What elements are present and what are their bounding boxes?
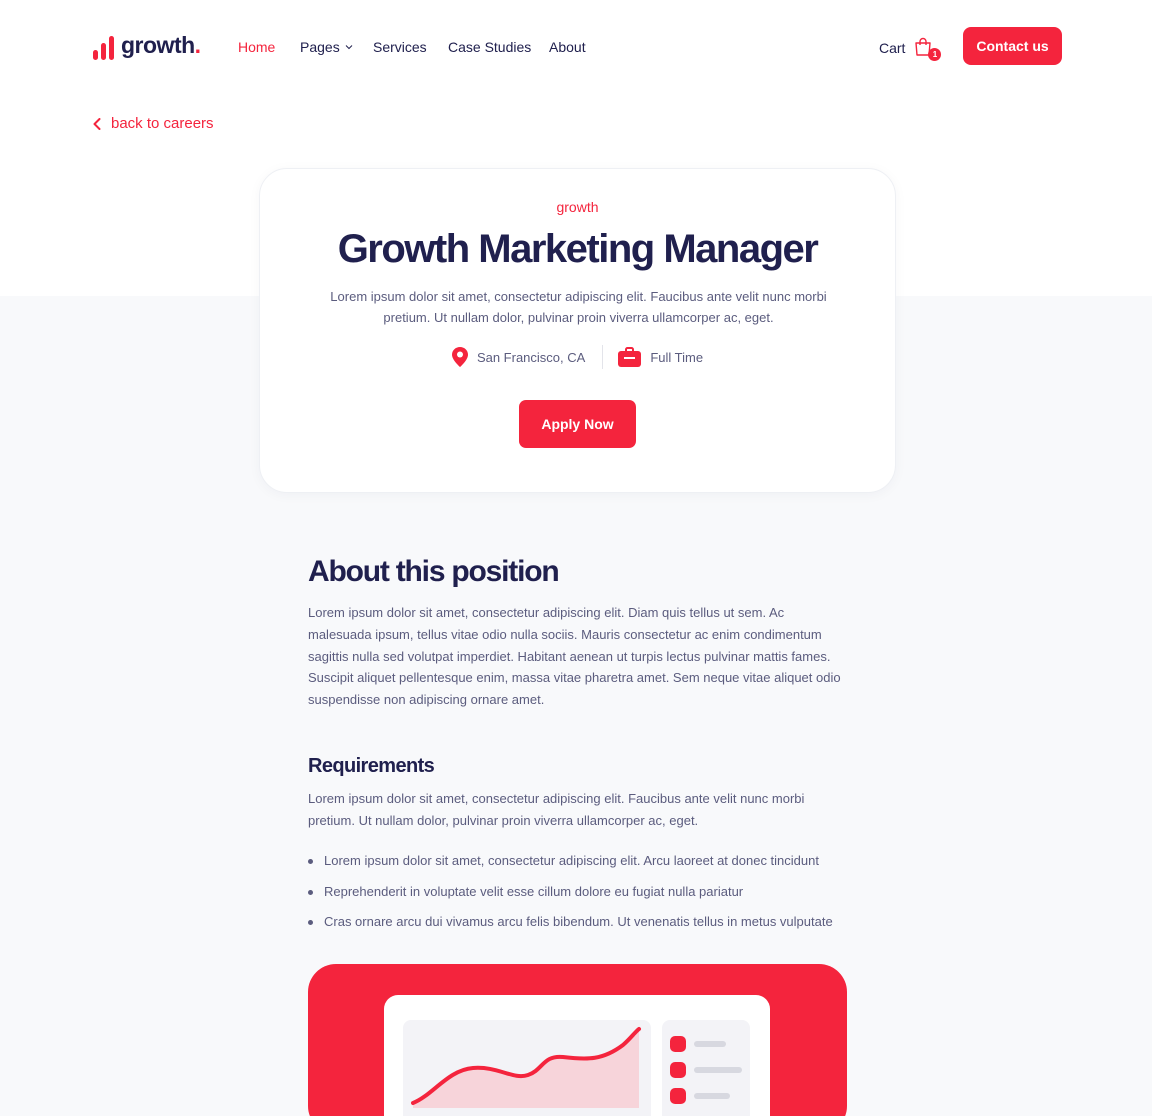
nav-about[interactable]: About [549, 37, 586, 57]
contact-us-button[interactable]: Contact us [963, 27, 1062, 65]
nav-home[interactable]: Home [238, 37, 300, 57]
job-type: Full Time [618, 347, 703, 367]
list-bar [694, 1041, 726, 1047]
requirements-list: Lorem ipsum dolor sit amet, consectetur … [308, 852, 848, 931]
dashboard-illustration [308, 964, 847, 1116]
illustration-list-row [670, 1062, 742, 1078]
job-location: San Francisco, CA [451, 347, 586, 367]
site-header: growth. Home Pages Services Case Studies… [0, 0, 1152, 92]
illustration-screen [384, 995, 770, 1116]
logo-text: growth. [121, 32, 201, 58]
meta-divider [602, 345, 604, 369]
nav-pages-label: Pages [300, 39, 340, 55]
about-title: About this position [308, 555, 560, 588]
list-item: Cras ornare arcu dui vivamus arcu felis … [308, 913, 848, 931]
about-body: Lorem ipsum dolor sit amet, consectetur … [308, 605, 841, 708]
chevron-down-icon [345, 45, 353, 50]
cart-link[interactable]: Cart 1 [879, 37, 942, 61]
job-type-label: Full Time [650, 349, 704, 365]
nav-services[interactable]: Services [373, 37, 448, 57]
cart-count-badge: 1 [928, 48, 942, 61]
illustration-list-row [670, 1036, 726, 1052]
requirements-body: Lorem ipsum dolor sit amet, consectetur … [308, 790, 805, 828]
back-to-careers-link[interactable]: back to careers [93, 115, 214, 132]
logo[interactable]: growth. [93, 30, 201, 60]
illustration-chart [403, 1020, 651, 1116]
list-bar [694, 1093, 730, 1099]
cart-label: Cart [879, 40, 906, 56]
main-nav: Home Pages Services Case Studies About [238, 37, 586, 57]
back-link-label: back to careers [111, 115, 214, 132]
list-item: Lorem ipsum dolor sit amet, consectetur … [308, 852, 848, 870]
nav-pages[interactable]: Pages [300, 37, 373, 57]
trend-line-graphic [411, 1027, 641, 1108]
job-title: Growth Marketing Manager [337, 227, 819, 271]
job-description: Lorem ipsum dolor sit amet, consectetur … [330, 289, 827, 325]
illustration-list [662, 1020, 750, 1116]
job-details: About this position Lorem ipsum dolor si… [308, 552, 848, 944]
list-item: Reprehenderit in voluptate velit esse ci… [308, 883, 848, 901]
requirements-title: Requirements [308, 754, 435, 777]
bar-chart-logo-icon [93, 32, 114, 60]
location-pin-icon [451, 347, 468, 367]
job-location-label: San Francisco, CA [476, 349, 586, 365]
illustration-list-row [670, 1088, 730, 1104]
list-marker [670, 1062, 686, 1078]
nav-case-studies[interactable]: Case Studies [448, 37, 549, 57]
briefcase-icon [618, 347, 642, 367]
job-meta: San Francisco, CA Full Time [260, 345, 895, 369]
list-bar [694, 1067, 742, 1073]
job-summary-card: growth Growth Marketing Manager Lorem ip… [259, 168, 896, 493]
chevron-left-icon [93, 117, 101, 130]
list-marker [670, 1036, 686, 1052]
job-category: growth [556, 199, 599, 215]
apply-now-button[interactable]: Apply Now [519, 400, 636, 448]
shopping-bag-icon: 1 [913, 37, 942, 61]
list-marker [670, 1088, 686, 1104]
